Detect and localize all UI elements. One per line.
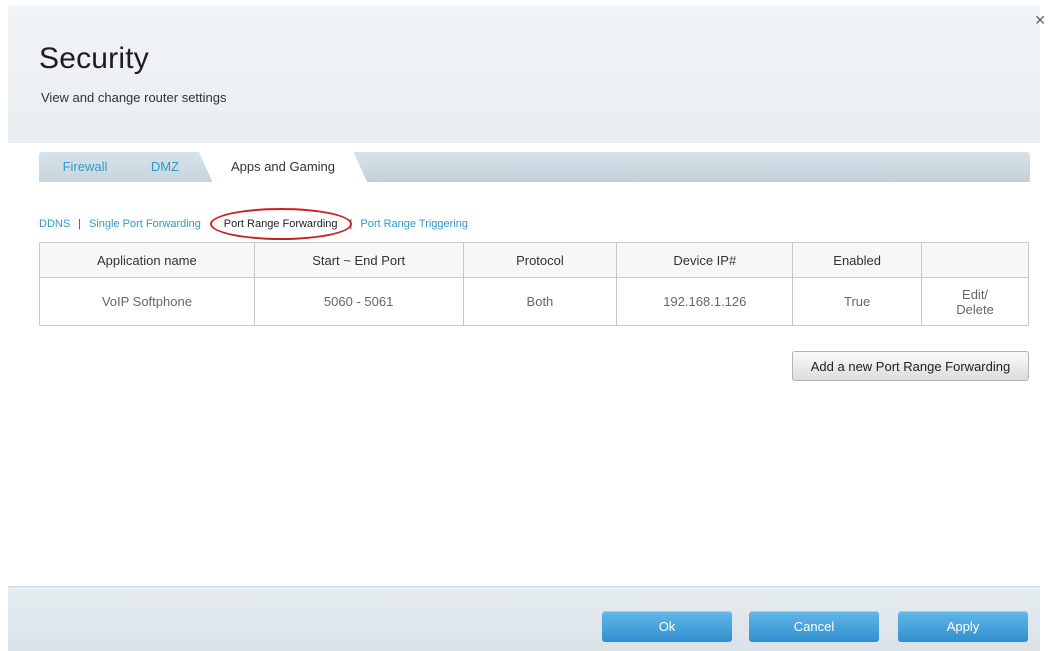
column-header-actions — [921, 242, 1029, 278]
column-header-ports: Start ~ End Port — [253, 242, 464, 278]
cell-enabled: True — [792, 277, 923, 326]
edit-link[interactable]: Edit/ — [922, 287, 1028, 302]
column-header-enabled: Enabled — [792, 242, 923, 278]
page-subtitle: View and change router settings — [41, 90, 227, 105]
security-dialog: Security View and change router settings… — [8, 6, 1046, 651]
subnav-port-range-forwarding[interactable]: Port Range Forwarding — [209, 208, 352, 240]
column-header-device-ip: Device IP# — [616, 242, 794, 278]
close-icon[interactable]: ✕ — [1034, 12, 1046, 29]
dialog-footer: Ok Cancel Apply — [8, 586, 1040, 651]
delete-link[interactable]: Delete — [922, 302, 1028, 317]
cell-actions: Edit/ Delete — [921, 277, 1029, 326]
tab-bar: Firewall DMZ Apps and Gaming — [39, 152, 1030, 182]
port-range-forwarding-table: Application name Start ~ End Port Protoc… — [39, 242, 1029, 326]
tab-dmz[interactable]: DMZ — [117, 152, 213, 182]
add-port-range-forwarding-button[interactable]: Add a new Port Range Forwarding — [792, 351, 1029, 381]
table-row: VoIP Softphone 5060 - 5061 Both 192.168.… — [39, 277, 1029, 326]
dialog-header: Security View and change router settings… — [8, 6, 1046, 143]
subnav-ddns[interactable]: DDNS — [39, 218, 70, 230]
column-header-application-name: Application name — [39, 242, 255, 278]
apply-button[interactable]: Apply — [898, 611, 1028, 642]
subnav-single-port-forwarding[interactable]: Single Port Forwarding — [89, 218, 201, 230]
subnav-separator: | — [78, 218, 82, 230]
cancel-button[interactable]: Cancel — [749, 611, 879, 642]
tab-apps-and-gaming[interactable]: Apps and Gaming — [199, 152, 367, 182]
tab-firewall[interactable]: Firewall — [39, 152, 131, 182]
page-title: Security — [39, 42, 149, 75]
ok-button[interactable]: Ok — [602, 611, 732, 642]
cell-ports: 5060 - 5061 — [253, 277, 464, 326]
cell-application-name: VoIP Softphone — [39, 277, 255, 326]
cell-protocol: Both — [462, 277, 618, 326]
subnav-port-range-triggering[interactable]: Port Range Triggering — [360, 218, 468, 230]
cell-device-ip: 192.168.1.126 — [616, 277, 794, 326]
table-header-row: Application name Start ~ End Port Protoc… — [39, 242, 1029, 278]
sub-navigation: DDNS | Single Port Forwarding | Port Ran… — [39, 208, 468, 240]
column-header-protocol: Protocol — [462, 242, 618, 278]
